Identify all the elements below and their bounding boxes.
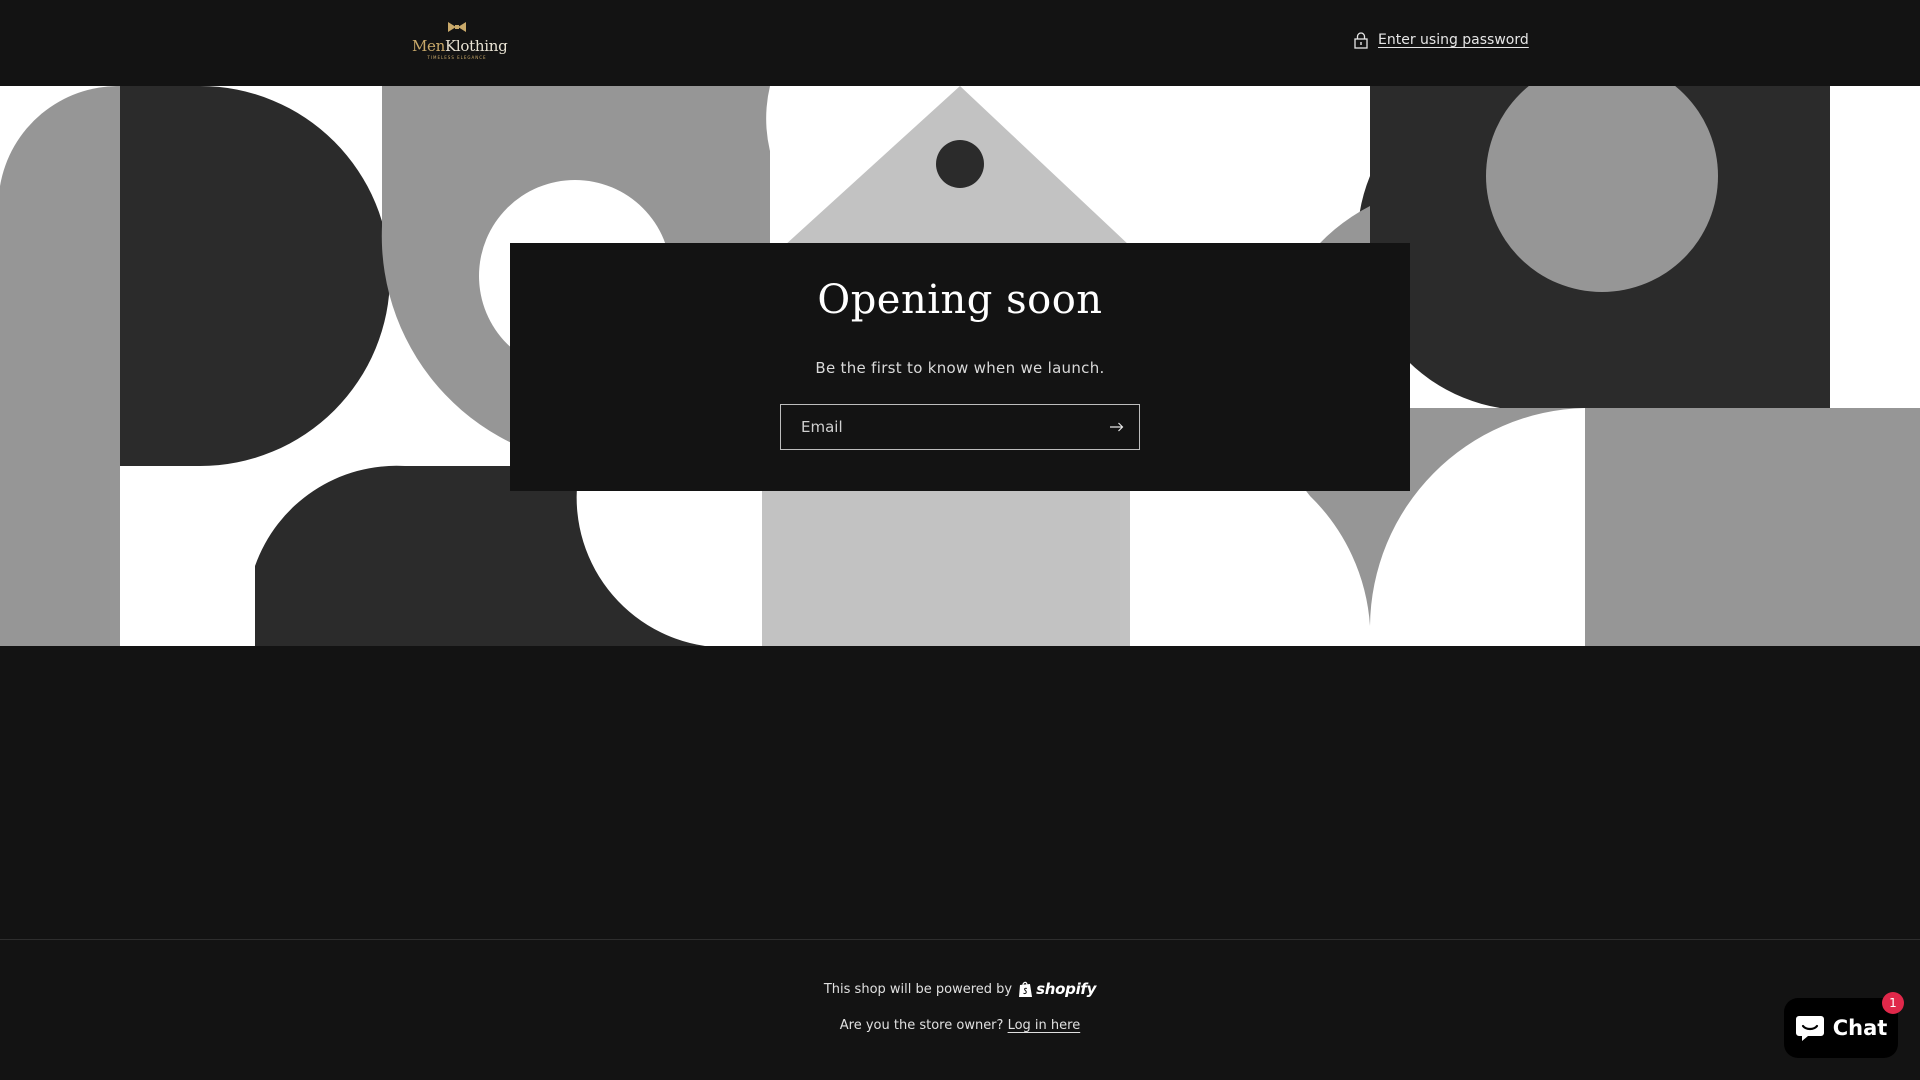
- email-signup-form: [780, 404, 1140, 450]
- email-submit-button[interactable]: [1095, 405, 1139, 449]
- login-link[interactable]: Log in here: [1008, 1018, 1081, 1033]
- logo-wordmark: MenKlothing: [412, 37, 508, 55]
- shopify-wordmark: shopify: [1036, 980, 1097, 998]
- page-title: Opening soon: [817, 277, 1103, 323]
- logo-tagline: TIMELESS ELEGANCE: [427, 55, 487, 60]
- chat-notification-badge: 1: [1882, 992, 1904, 1014]
- email-input[interactable]: [781, 405, 1101, 449]
- enter-password-label: Enter using password: [1378, 32, 1529, 48]
- signup-card: Opening soon Be the first to know when w…: [510, 243, 1410, 491]
- chat-label: Chat: [1832, 1016, 1888, 1040]
- store-logo[interactable]: MenKlothing TIMELESS ELEGANCE: [412, 20, 508, 60]
- bowtie-icon: [448, 22, 466, 32]
- arrow-right-icon: [1110, 422, 1124, 432]
- shopify-bag-icon: [1019, 981, 1033, 997]
- page-subtitle: Be the first to know when we launch.: [815, 359, 1105, 377]
- store-owner-line: Are you the store owner? Log in here: [0, 1018, 1920, 1033]
- shopify-logo-link[interactable]: shopify: [1018, 980, 1096, 998]
- owner-question: Are you the store owner?: [839, 1018, 1004, 1033]
- footer-divider: [0, 939, 1920, 940]
- lock-icon: [1354, 31, 1368, 49]
- chat-button[interactable]: Chat: [1784, 998, 1898, 1058]
- chat-bubble-icon: [1795, 1016, 1824, 1041]
- enter-password-link[interactable]: Enter using password: [1354, 28, 1529, 52]
- hero-banner: Opening soon Be the first to know when w…: [0, 86, 1920, 646]
- header: MenKlothing TIMELESS ELEGANCE Enter usin…: [0, 0, 1920, 87]
- powered-by-line: This shop will be powered by shopify: [0, 980, 1920, 998]
- powered-by-text: This shop will be powered by: [823, 981, 1013, 997]
